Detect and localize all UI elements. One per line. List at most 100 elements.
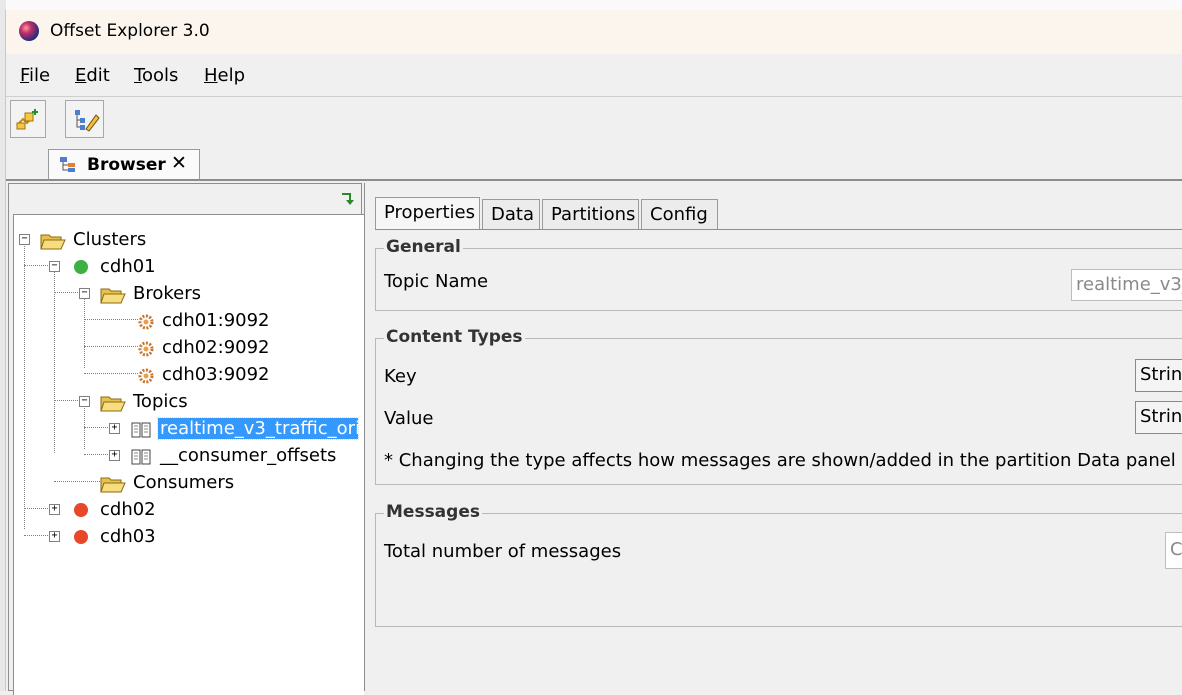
menu-help-label: elp xyxy=(217,65,246,86)
tree-node-cluster-cdh03[interactable]: + cdh03 xyxy=(48,526,328,550)
tree-node-clusters[interactable]: − Clusters xyxy=(18,229,338,253)
tree-node-label: Consumers xyxy=(133,472,235,493)
tree-node-consumers[interactable]: Consumers xyxy=(78,472,328,496)
content-types-group: Content Types Key String Value String * … xyxy=(375,327,1182,485)
tree-connector xyxy=(84,373,138,374)
tree-node-broker[interactable]: cdh03:9092 xyxy=(138,364,338,388)
collapse-toggle-icon[interactable]: − xyxy=(79,288,90,299)
group-title: Messages xyxy=(384,502,482,522)
tree-connector xyxy=(84,346,138,347)
key-type-select[interactable]: String xyxy=(1135,359,1182,392)
topic-name-field[interactable]: realtime_v3_t xyxy=(1071,269,1182,301)
tree-node-label: Clusters xyxy=(73,229,147,250)
background-window-edge xyxy=(0,0,1182,10)
topic-book-icon xyxy=(131,422,151,438)
folder-open-icon xyxy=(100,477,126,493)
disconnected-status-icon xyxy=(74,530,88,544)
tree-node-topic[interactable]: + realtime_v3_traffic_orig xyxy=(108,417,364,442)
tree-node-broker[interactable]: cdh02:9092 xyxy=(138,337,338,361)
group-title: General xyxy=(384,237,463,257)
tree-node-label: cdh03 xyxy=(100,526,156,547)
key-label: Key xyxy=(384,366,417,387)
tab-properties[interactable]: Properties xyxy=(375,197,480,230)
tree-edit-icon xyxy=(75,110,100,132)
tree-node-broker[interactable]: cdh01:9092 xyxy=(138,310,338,334)
broker-gear-icon xyxy=(138,341,154,357)
cluster-tree[interactable]: − Clusters − cdh01 − Brokers cdh01:9092 … xyxy=(13,214,364,695)
tree-node-brokers[interactable]: − Brokers xyxy=(78,283,328,307)
menu-help[interactable]: Help xyxy=(204,65,245,86)
connected-status-icon xyxy=(74,260,88,274)
messages-group: Messages Total number of messages Cl xyxy=(375,502,1182,627)
title-bar: Offset Explorer 3.0 xyxy=(6,10,1182,54)
edit-tree-button[interactable] xyxy=(65,100,104,138)
tree-connector xyxy=(84,319,138,320)
tree-connector xyxy=(54,292,78,293)
tree-node-label: cdh02 xyxy=(100,499,156,520)
tab-content-border xyxy=(375,229,1182,230)
tab-data[interactable]: Data xyxy=(482,199,540,230)
tree-node-topics[interactable]: − Topics xyxy=(78,391,328,415)
tree-connector xyxy=(24,265,48,266)
folder-open-icon xyxy=(100,396,126,412)
tree-connector xyxy=(24,239,25,529)
browser-tree-icon xyxy=(60,157,75,172)
tree-node-label: cdh01 xyxy=(100,256,156,277)
tree-connector xyxy=(84,454,108,455)
tree-node-cluster-cdh01[interactable]: − cdh01 xyxy=(48,256,328,280)
general-group: General Topic Name realtime_v3_t xyxy=(375,237,1182,311)
tree-node-label: cdh03:9092 xyxy=(162,364,270,385)
tree-node-label-selected: realtime_v3_traffic_orig xyxy=(157,417,359,440)
folder-open-icon xyxy=(100,288,126,304)
expand-toggle-icon[interactable]: + xyxy=(49,504,60,515)
tab-partitions[interactable]: Partitions xyxy=(542,199,639,230)
count-messages-button[interactable]: Cl xyxy=(1165,532,1182,569)
collapse-toggle-icon[interactable]: − xyxy=(19,234,30,245)
broker-gear-icon xyxy=(138,368,154,384)
value-label: Value xyxy=(384,408,434,429)
menu-edit-label: dit xyxy=(86,65,110,86)
tree-node-label: __consumer_offsets xyxy=(160,445,337,466)
folder-open-icon xyxy=(40,234,66,250)
tab-browser[interactable]: Browser ✕ xyxy=(48,149,200,181)
collapse-toggle-icon[interactable]: − xyxy=(79,396,90,407)
app-window: Offset Explorer 3.0 File Edit Tools Help xyxy=(5,10,1182,695)
expand-arrow-icon[interactable] xyxy=(339,190,357,208)
expand-toggle-icon[interactable]: + xyxy=(49,531,60,542)
menu-edit[interactable]: Edit xyxy=(75,65,110,86)
tab-strip-border xyxy=(6,179,1182,181)
group-title: Content Types xyxy=(384,327,525,347)
menu-separator xyxy=(6,96,1182,97)
tab-browser-label: Browser xyxy=(87,155,166,175)
content-type-note: * Changing the type affects how messages… xyxy=(384,450,1176,471)
app-logo-icon xyxy=(19,21,39,41)
expand-toggle-icon[interactable]: + xyxy=(109,423,120,434)
menu-edit-mnemonic: E xyxy=(75,65,87,86)
add-cluster-button[interactable] xyxy=(10,100,46,138)
tab-config[interactable]: Config xyxy=(641,199,718,230)
value-type-select[interactable]: String xyxy=(1135,401,1182,434)
menu-file[interactable]: File xyxy=(20,65,50,86)
menu-tools-mnemonic: T xyxy=(134,65,142,86)
tree-node-topic[interactable]: + __consumer_offsets xyxy=(108,445,364,469)
tree-node-label: Topics xyxy=(133,391,188,412)
menu-bar: File Edit Tools Help xyxy=(6,60,1182,94)
detail-panel: Properties Data Partitions Config Genera… xyxy=(364,183,1182,691)
tree-panel: − Clusters − cdh01 − Brokers cdh01:9092 … xyxy=(8,183,364,695)
topic-name-label: Topic Name xyxy=(384,271,489,292)
tree-node-label: cdh01:9092 xyxy=(162,310,270,331)
tree-connector xyxy=(54,400,78,401)
tree-connector xyxy=(54,265,55,453)
tree-node-label: cdh02:9092 xyxy=(162,337,270,358)
close-tab-icon[interactable]: ✕ xyxy=(171,152,187,174)
menu-file-label: ile xyxy=(29,65,51,86)
menu-tools[interactable]: Tools xyxy=(134,65,178,86)
total-messages-label: Total number of messages xyxy=(384,541,622,562)
collapse-toggle-icon[interactable]: − xyxy=(49,261,60,272)
tree-node-label: Brokers xyxy=(133,283,202,304)
disconnected-status-icon xyxy=(74,503,88,517)
window-title: Offset Explorer 3.0 xyxy=(50,21,210,41)
expand-toggle-icon[interactable]: + xyxy=(109,450,120,461)
tree-node-cluster-cdh02[interactable]: + cdh02 xyxy=(48,499,328,523)
menu-file-mnemonic: F xyxy=(20,65,30,86)
